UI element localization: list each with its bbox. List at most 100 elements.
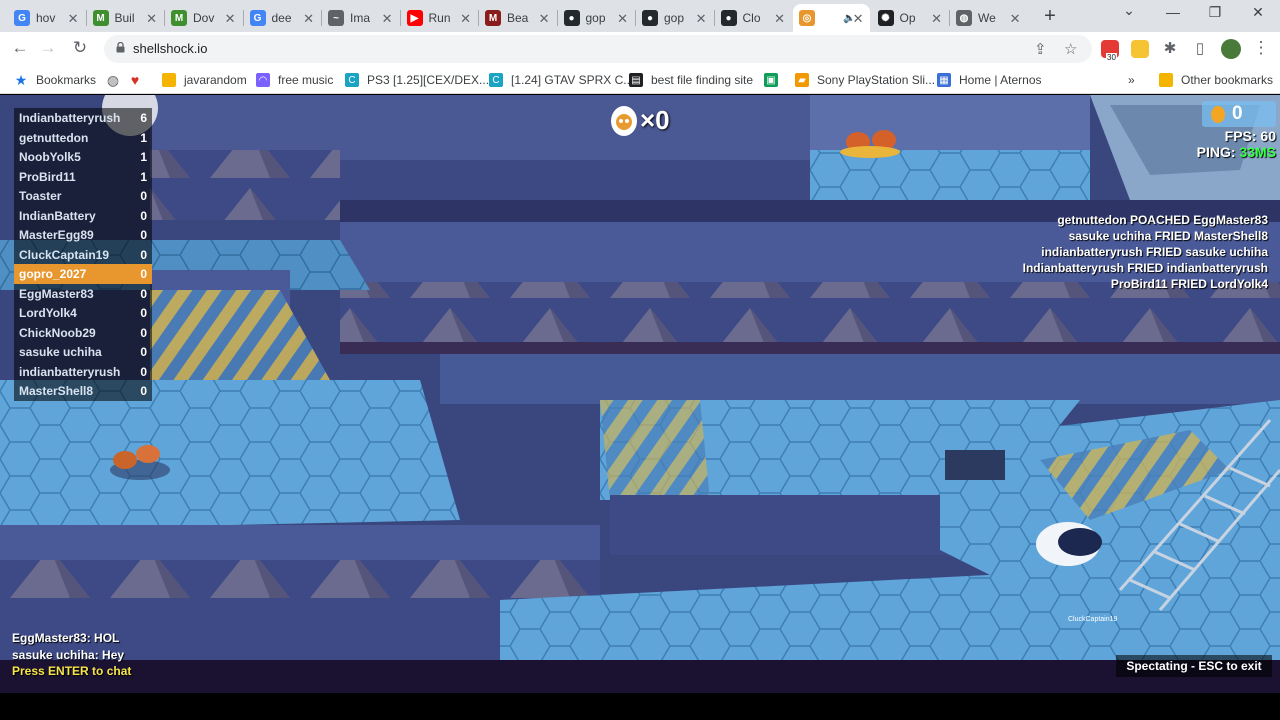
- bookmark-item[interactable]: ◠ free music: [256, 71, 333, 89]
- browser-tab[interactable]: Gdee ✕: [244, 4, 321, 32]
- browser-tab[interactable]: ✺ Op ✕: [872, 4, 949, 32]
- profile-avatar[interactable]: [1221, 39, 1241, 59]
- player-score: 0: [140, 325, 147, 340]
- tab-title: Dov: [193, 11, 215, 25]
- game-scene: [0, 95, 1280, 693]
- close-tab-icon[interactable]: ✕: [460, 11, 471, 27]
- tab-separator: [321, 10, 322, 26]
- browser-tab[interactable]: Ghov ✕: [8, 4, 85, 32]
- tab-title: Op: [899, 11, 916, 25]
- github-icon: ●: [720, 10, 737, 26]
- player-name: gopro_2027: [19, 267, 87, 281]
- close-tab-icon[interactable]: ✕: [68, 11, 79, 27]
- scoreboard-row: ChickNoob29 0: [14, 322, 152, 342]
- scoreboard-row: gopro_2027 0: [14, 264, 152, 284]
- sidepanel-icon[interactable]: ▯: [1189, 39, 1211, 57]
- killfeed-entry: sasuke uchiha FRIED MasterShell8: [1068, 229, 1268, 243]
- browser-tab[interactable]: ● gop ✕: [636, 4, 713, 32]
- close-tab-icon[interactable]: ✕: [539, 11, 550, 27]
- scoreboard-row: LordYolk4 0: [14, 303, 152, 323]
- lock-icon[interactable]: [116, 42, 125, 53]
- new-tab-button[interactable]: +: [1040, 5, 1060, 28]
- floor-vent: [945, 450, 1005, 480]
- share-icon[interactable]: ⇪: [1034, 40, 1047, 58]
- more-bookmarks-chevron-icon[interactable]: »: [1128, 71, 1135, 89]
- tab-separator: [949, 10, 950, 26]
- browser-tab[interactable]: M Buil ✕: [87, 4, 164, 32]
- scoreboard-row: ProBird11 1: [14, 166, 152, 186]
- bookmark-item[interactable]: ▤ best file finding site: [629, 71, 753, 89]
- bookmark-item[interactable]: ★ Bookmarks: [14, 71, 96, 89]
- forward-arrow-icon[interactable]: →: [37, 38, 59, 58]
- close-tab-icon[interactable]: ✕: [303, 11, 314, 27]
- menu-kebab-icon[interactable]: ⋮: [1250, 38, 1272, 58]
- headphones-icon: ◠: [256, 73, 270, 87]
- browser-tab[interactable]: ● gop ✕: [558, 4, 635, 32]
- close-window-icon[interactable]: ✕: [1235, 4, 1280, 21]
- tab-title: dee: [271, 11, 292, 25]
- killfeed: getnuttedon POACHED EggMaster83 sasuke uc…: [1023, 213, 1268, 293]
- bookmark-item[interactable]: ◍: [106, 71, 128, 89]
- tab-title: gop: [585, 11, 606, 25]
- bookmark-item[interactable]: ▰ Sony PlayStation Sli...: [795, 71, 935, 89]
- tab-separator: [478, 10, 479, 26]
- player-score: 0: [140, 306, 147, 320]
- player-score: 0: [140, 286, 147, 301]
- bookmark-item[interactable]: ♥: [128, 71, 150, 89]
- browser-tab[interactable]: M Bea ✕: [479, 4, 556, 32]
- tab-title: Clo: [742, 11, 761, 25]
- chat-prompt[interactable]: Press ENTER to chat: [12, 664, 131, 678]
- browser-tab[interactable]: ◍ We ✕: [950, 4, 1027, 32]
- browser-tab[interactable]: ● Clo ✕: [715, 4, 792, 32]
- minimize-icon[interactable]: —: [1150, 4, 1196, 20]
- close-tab-icon[interactable]: ✕: [146, 11, 157, 27]
- close-tab-icon[interactable]: ✕: [853, 11, 864, 27]
- killfeed-entry: ProBird11 FRIED LordYolk4: [1110, 277, 1268, 291]
- tab-separator: [164, 10, 165, 26]
- browser-tab[interactable]: ~ Ima ✕: [322, 4, 399, 32]
- player-name: Toaster: [19, 189, 62, 203]
- tab-title: gop: [664, 11, 685, 25]
- scoreboard-row: MasterEgg89 0: [14, 225, 152, 245]
- puzzle-icon[interactable]: ✱: [1159, 39, 1181, 57]
- restore-icon[interactable]: ❐: [1192, 4, 1238, 21]
- tab-separator: [399, 10, 401, 26]
- tab-search-icon[interactable]: ⌄: [1106, 2, 1152, 19]
- close-tab-icon[interactable]: ✕: [382, 11, 393, 27]
- spectating-banner: Spectating - ESC to exit: [1116, 655, 1272, 677]
- close-tab-icon[interactable]: ✕: [1010, 11, 1021, 27]
- fps-readout: FPS: 60: [1224, 128, 1276, 144]
- close-tab-icon[interactable]: ✕: [931, 11, 942, 27]
- browser-tab[interactable]: ▶ Run ✕: [401, 4, 478, 32]
- extension-icon[interactable]: [1131, 40, 1149, 58]
- player-score: 0: [140, 267, 147, 281]
- bookmark-item[interactable]: C [1.24] GTAV SPRX C...: [489, 71, 633, 89]
- address-bar[interactable]: shellshock.io ⇪ ☆: [104, 35, 1092, 63]
- bookmark-item[interactable]: ▦ Home | Aternos: [937, 71, 1042, 89]
- bookmark-label: best file finding site: [651, 73, 754, 87]
- bookmark-label: Bookmarks: [36, 73, 97, 87]
- close-tab-icon[interactable]: ✕: [225, 11, 236, 27]
- reload-icon[interactable]: ↻: [69, 38, 91, 58]
- tab-title: Bea: [507, 11, 529, 25]
- close-tab-icon[interactable]: ✕: [696, 11, 707, 27]
- c-logo-icon: C: [489, 73, 503, 87]
- game-viewport[interactable]: CluckCaptain19: [0, 95, 1280, 693]
- player-nametag: CluckCaptain19: [1068, 616, 1118, 623]
- close-tab-icon[interactable]: ✕: [774, 11, 785, 27]
- close-tab-icon[interactable]: ✕: [617, 11, 628, 27]
- egg-currency-badge: 0: [1202, 101, 1276, 127]
- player-name: Indianbatteryrush: [19, 111, 121, 125]
- bookmark-item[interactable]: Other bookmarks: [1159, 71, 1273, 89]
- bookmark-star-icon[interactable]: ☆: [1064, 40, 1077, 58]
- player-score: 0: [140, 345, 147, 359]
- bookmark-item[interactable]: javarandom: [162, 71, 247, 89]
- browser-tab[interactable]: M Dov ✕: [165, 4, 242, 32]
- browser-tab[interactable]: ◎ 🔈 ✕: [793, 4, 870, 32]
- player-name: ProBird11: [19, 169, 76, 184]
- bookmark-item[interactable]: ▣: [764, 71, 786, 89]
- bookmark-item[interactable]: C PS3 [1.25][CEX/DEX...: [345, 71, 489, 89]
- back-arrow-icon[interactable]: ←: [9, 38, 31, 58]
- tab-title: We: [978, 11, 996, 25]
- bookmark-label: Home | Aternos: [959, 73, 1042, 87]
